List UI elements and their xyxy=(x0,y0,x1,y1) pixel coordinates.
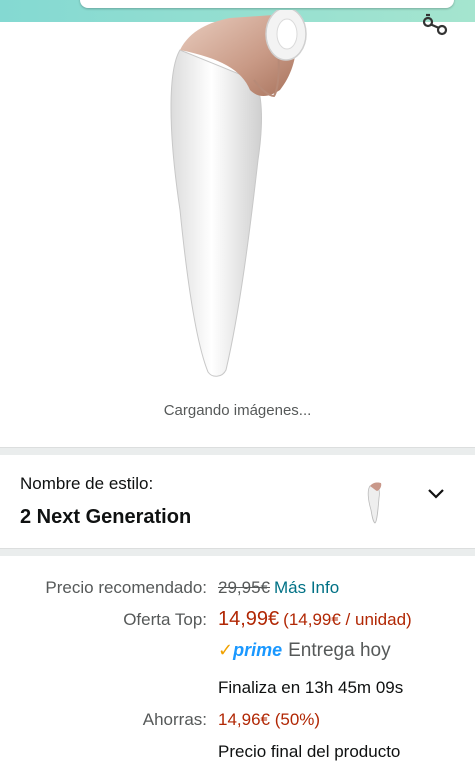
style-thumbnail[interactable] xyxy=(364,480,386,524)
section-divider xyxy=(0,548,475,556)
chevron-down-icon[interactable] xyxy=(426,486,446,502)
offer-label: Oferta Top: xyxy=(123,610,207,629)
more-info-link[interactable]: Más Info xyxy=(274,578,339,597)
delivery-text: Entrega hoy xyxy=(288,640,391,661)
unit-price: (14,99€ / unidad) xyxy=(283,610,412,629)
search-bar[interactable] xyxy=(80,0,454,8)
style-selector[interactable]: Nombre de estilo: 2 Next Generation xyxy=(0,458,475,548)
style-label: Nombre de estilo: xyxy=(20,474,154,493)
deal-countdown: Finaliza en 13h 45m 09s xyxy=(218,678,404,697)
product-image[interactable] xyxy=(150,10,340,380)
style-value: 2 Next Generation xyxy=(20,506,192,528)
recommended-price: 29,95€ xyxy=(218,578,270,597)
section-divider xyxy=(0,447,475,455)
final-price-note: Precio final del producto xyxy=(218,742,401,761)
savings-value: 14,96€ (50%) xyxy=(218,710,321,729)
prime-delivery: ✓prime Entrega hoy xyxy=(218,640,391,662)
offer-price: 14,99€ xyxy=(218,608,280,630)
loading-images-text: Cargando imágenes... xyxy=(163,402,312,419)
share-icon[interactable] xyxy=(420,12,450,40)
recommended-price-label: Precio recomendado: xyxy=(45,578,207,597)
prime-logo: prime xyxy=(233,640,283,660)
prime-check-icon: ✓ xyxy=(218,640,234,660)
savings-label: Ahorras: xyxy=(142,710,207,729)
